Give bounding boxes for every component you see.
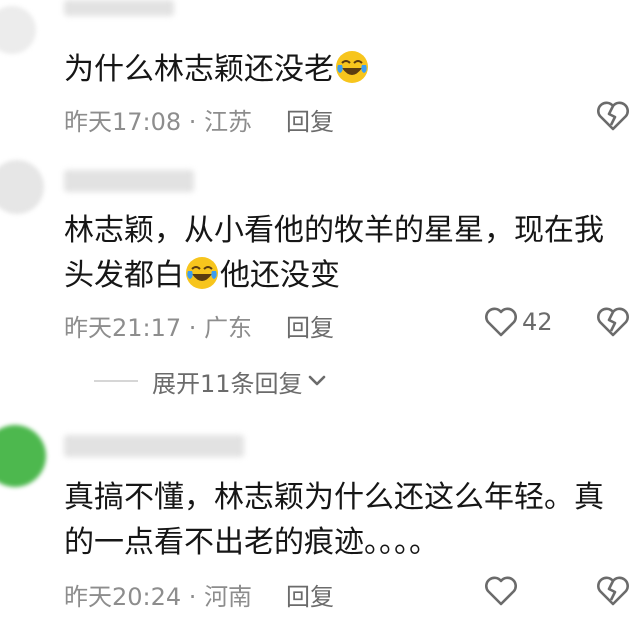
- comment-meta: 昨天21:17 · 广东: [64, 308, 252, 343]
- comment-2: 林志颖，从小看他的牧羊的星星，现在我 头发都白 他还没变 昨天21:17 · 广东 …: [0, 150, 640, 360]
- heart-outline-icon[interactable]: [484, 575, 518, 611]
- expand-replies-label: 展开11条回复: [152, 369, 303, 398]
- comment-meta: 昨天17:08 · 江苏: [64, 102, 252, 137]
- like-count: 42: [522, 308, 553, 336]
- reply-button[interactable]: 回复: [286, 102, 334, 137]
- divider-line: [94, 380, 138, 382]
- avatar[interactable]: [0, 6, 36, 54]
- broken-heart-icon[interactable]: [596, 100, 630, 136]
- comment-location: 河南: [204, 583, 253, 611]
- chevron-down-icon: [308, 375, 325, 386]
- expand-replies[interactable]: 展开11条回复: [94, 361, 327, 401]
- comment-location: 广东: [204, 314, 253, 342]
- comment-location: 江苏: [204, 108, 253, 136]
- meta-separator: ·: [181, 314, 205, 342]
- comment-time: 昨天20:24: [64, 583, 182, 611]
- reply-button[interactable]: 回复: [286, 577, 334, 612]
- broken-heart-icon[interactable]: [596, 306, 630, 342]
- comment-1: 为什么林志颖还没老 昨天17:08 · 江苏 回复: [0, 0, 640, 150]
- comment-time: 昨天21:17: [64, 314, 182, 342]
- comment-3: 真搞不懂，林志颖为什么还这么年轻。真 的一点看不出老的痕迹。。。。 昨天20:24…: [0, 405, 640, 622]
- reply-button[interactable]: 回复: [286, 308, 334, 343]
- broken-heart-icon[interactable]: [596, 575, 630, 611]
- laughing-tears-emoji-icon: [336, 51, 368, 83]
- avatar[interactable]: [0, 160, 44, 214]
- comment-text: 真搞不懂，林志颖为什么还这么年轻。真 的一点看不出老的痕迹。。。。: [64, 480, 604, 560]
- comment-text: 为什么林志颖还没老: [64, 47, 624, 92]
- comment-text: 林志颖，从小看他的牧羊的星星，现在我 头发都白 他还没变: [64, 213, 604, 293]
- meta-separator: ·: [181, 108, 205, 136]
- avatar[interactable]: [0, 425, 46, 487]
- username-blurred[interactable]: [64, 170, 194, 192]
- meta-separator: ·: [181, 583, 205, 611]
- laughing-tears-emoji-icon: [186, 257, 218, 289]
- comment-meta: 昨天20:24 · 河南: [64, 577, 252, 612]
- comment-time: 昨天17:08: [64, 108, 182, 136]
- heart-outline-icon[interactable]: [484, 306, 518, 342]
- username-blurred[interactable]: [64, 435, 244, 457]
- username-blurred[interactable]: [64, 0, 174, 16]
